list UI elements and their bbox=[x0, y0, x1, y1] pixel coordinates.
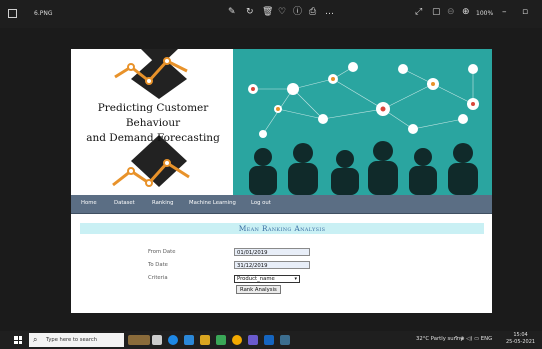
search-icon: ⌕ bbox=[33, 335, 38, 344]
hero-left-panel: Predicting Customer Behaviour and Demand… bbox=[71, 49, 233, 195]
criteria-selected-value: Product_name bbox=[237, 276, 275, 282]
zoom-out-icon[interactable]: ⊖ bbox=[447, 7, 455, 17]
to-date-label: To Date bbox=[148, 262, 168, 268]
search-highlight-image bbox=[128, 335, 150, 345]
zoom-in-icon[interactable]: ⊕ bbox=[462, 7, 470, 17]
chrome-icon[interactable] bbox=[232, 335, 242, 345]
photos-app-icon bbox=[8, 9, 17, 18]
file-name: 6.PNG bbox=[34, 10, 53, 17]
app-icon-2[interactable] bbox=[248, 335, 258, 345]
store-icon[interactable] bbox=[184, 335, 194, 345]
info-icon[interactable]: ⓘ bbox=[293, 7, 302, 17]
to-date-input[interactable]: 31/12/2019 bbox=[234, 261, 310, 269]
windows-start-icon[interactable] bbox=[14, 336, 22, 344]
taskbar-search[interactable]: ⌕ Type here to search bbox=[29, 333, 124, 347]
nav-home[interactable]: Home bbox=[81, 200, 97, 206]
tray-lang[interactable]: ^ ⊕ ◁) ▭ ENG bbox=[454, 336, 492, 342]
nav-bar: Home Dataset Ranking Machine Learning Lo… bbox=[71, 195, 492, 214]
rotate-icon[interactable]: ↻ bbox=[246, 7, 254, 17]
share-icon[interactable]: ⎙ bbox=[309, 7, 316, 17]
chevron-down-icon: ▾ bbox=[294, 276, 297, 282]
image-canvas: Predicting Customer Behaviour and Demand… bbox=[71, 49, 492, 313]
hero-banner: Predicting Customer Behaviour and Demand… bbox=[71, 49, 492, 195]
language-indicator[interactable]: ENG bbox=[481, 336, 492, 342]
hero-title-line-1: Predicting Customer Behaviour bbox=[97, 102, 209, 129]
favorite-icon[interactable]: ♡ bbox=[278, 7, 286, 17]
taskbar: ⌕ Type here to search 32°C Partly sunny … bbox=[0, 331, 542, 349]
search-placeholder: Type here to search bbox=[46, 337, 97, 343]
hero-title: Predicting Customer Behaviour and Demand… bbox=[75, 101, 231, 146]
hero-title-line-2: and Demand Forecasting bbox=[86, 132, 220, 144]
minimize-button[interactable]: – bbox=[502, 7, 507, 17]
word-icon[interactable] bbox=[264, 335, 274, 345]
more-icon[interactable]: … bbox=[325, 7, 334, 17]
delete-icon[interactable]: 🗑 bbox=[262, 7, 273, 17]
rank-analysis-button[interactable]: Rank Analysis bbox=[236, 285, 281, 294]
from-date-input[interactable]: 01/01/2019 bbox=[234, 248, 310, 256]
clock-time: 15:04 bbox=[513, 332, 528, 338]
fit-icon[interactable]: ▢ bbox=[432, 7, 441, 17]
file-explorer-icon[interactable] bbox=[200, 335, 210, 345]
edit-icon[interactable]: ✎ bbox=[228, 7, 236, 17]
maximize-button[interactable]: ▫ bbox=[522, 7, 528, 17]
fullscreen-icon[interactable]: ⤢ bbox=[415, 7, 422, 17]
clock-date: 25-05-2021 bbox=[506, 339, 536, 345]
page-title: Mean Ranking Analysis bbox=[80, 223, 484, 234]
customer-network-illustration bbox=[233, 49, 492, 195]
criteria-select[interactable]: Product_name ▾ bbox=[234, 275, 300, 283]
nav-log-out[interactable]: Log out bbox=[251, 200, 271, 206]
criteria-label: Criteria bbox=[148, 275, 168, 281]
nav-machine-learning[interactable]: Machine Learning bbox=[189, 200, 236, 206]
title-bar: 6.PNG ✎ ↻ 🗑 ♡ ⓘ ⎙ … ⤢ ▢ ⊖ ⊕ 100% – ▫ bbox=[0, 0, 542, 28]
nav-dataset[interactable]: Dataset bbox=[114, 200, 135, 206]
mean-ranking-panel: Mean Ranking Analysis From Date 01/01/20… bbox=[71, 214, 492, 313]
task-view-icon[interactable] bbox=[152, 335, 162, 345]
app-icon[interactable] bbox=[216, 335, 226, 345]
from-date-label: From Date bbox=[148, 249, 176, 255]
clock[interactable]: 15:04 25-05-2021 bbox=[506, 332, 535, 346]
nav-ranking[interactable]: Ranking bbox=[152, 200, 173, 206]
photos-icon[interactable] bbox=[280, 335, 290, 345]
edge-browser-icon[interactable] bbox=[168, 335, 178, 345]
zoom-level: 100% bbox=[476, 10, 494, 17]
